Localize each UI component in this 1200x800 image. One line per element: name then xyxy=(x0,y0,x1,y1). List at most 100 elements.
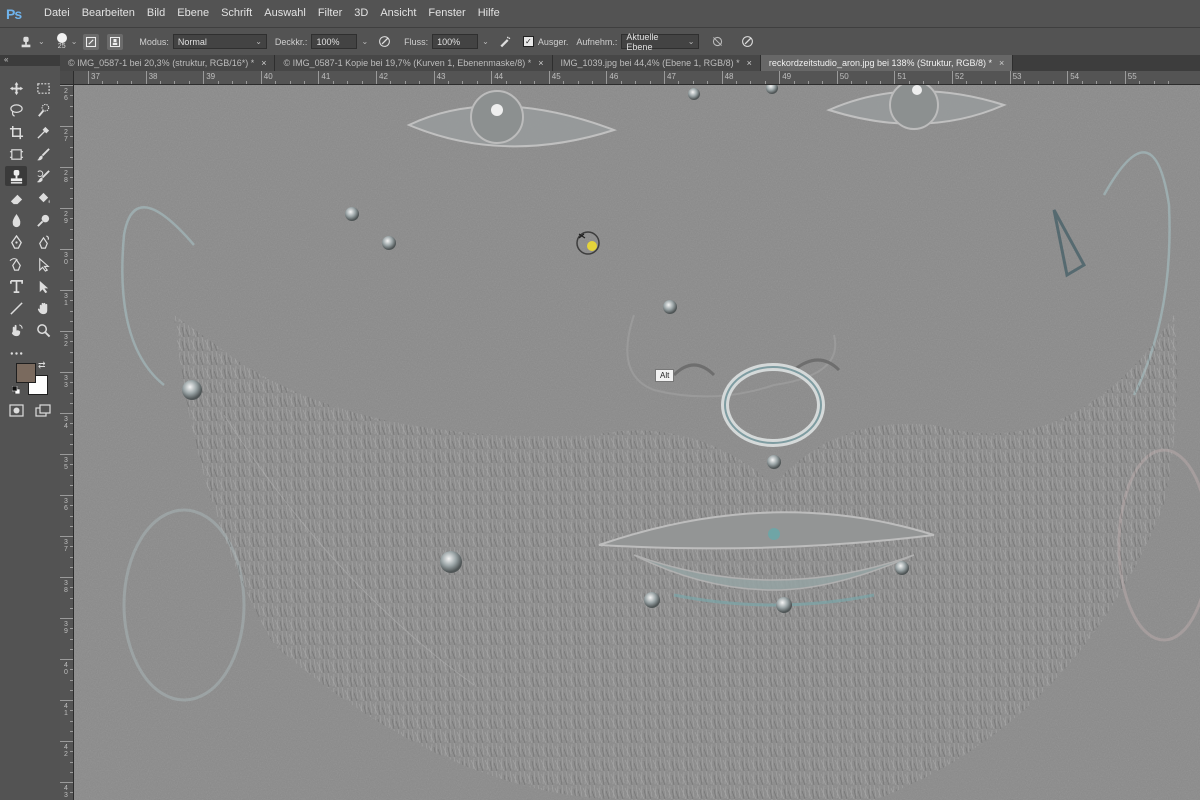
tab-img-0587-1[interactable]: © IMG_0587-1 bei 20,3% (struktur, RGB/16… xyxy=(60,55,276,71)
menu-filter[interactable]: Filter xyxy=(312,0,348,27)
ruler-number: 39 xyxy=(64,621,68,635)
ruler-major-tick xyxy=(60,659,73,660)
ruler-major-tick xyxy=(1009,71,1011,84)
document-tabs: © IMG_0587-1 bei 20,3% (struktur, RGB/16… xyxy=(60,55,1200,71)
freeform-pen-icon[interactable] xyxy=(32,232,54,252)
close-icon[interactable]: × xyxy=(747,55,752,71)
path-select-icon[interactable] xyxy=(32,276,54,296)
menu-hilfe[interactable]: Hilfe xyxy=(472,0,506,27)
ruler-major-tick xyxy=(606,71,608,84)
photoshop-logo: Ps xyxy=(6,5,22,22)
ruler-major-tick xyxy=(60,454,73,455)
history-brush-icon[interactable] xyxy=(32,166,54,186)
brush-icon[interactable] xyxy=(32,144,54,164)
swap-colors-icon[interactable]: ⇄ xyxy=(38,360,46,371)
quick-mask-icon[interactable] xyxy=(9,404,24,417)
eraser-icon[interactable] xyxy=(5,188,27,208)
sample-select[interactable]: Aktuelle Ebene ⌄ xyxy=(621,31,700,52)
frame-icon[interactable] xyxy=(5,144,27,164)
airbrush-icon[interactable] xyxy=(497,34,513,50)
vertical-ruler[interactable]: 26 27 28 29 30 31 32 33 34 35 36 37 38 39 40 41 42 43 xyxy=(60,85,74,800)
move-icon[interactable] xyxy=(5,78,27,98)
close-icon[interactable]: × xyxy=(999,55,1004,71)
ruler-origin[interactable] xyxy=(60,71,74,85)
mode-select[interactable]: Normal ⌄ xyxy=(172,34,267,49)
tab-img-0587-1-kopie[interactable]: © IMG_0587-1 Kopie bei 19,7% (Kurven 1, … xyxy=(275,55,553,71)
menu-bearbeiten[interactable]: Bearbeiten xyxy=(76,0,141,27)
menu-ebene[interactable]: Ebene xyxy=(171,0,215,27)
direct-select-icon[interactable] xyxy=(32,254,54,274)
ruler-major-tick xyxy=(491,71,493,84)
brush-size-picker[interactable]: 25 xyxy=(56,33,67,50)
dodge-icon[interactable] xyxy=(32,210,54,230)
ruler-number: 33 xyxy=(64,375,68,389)
tab-label: © IMG_0587-1 Kopie bei 19,7% (Kurven 1, … xyxy=(283,58,532,68)
tab-label: reckordzeitstudio_aron.jpg bei 138% (Str… xyxy=(768,58,993,68)
default-colors-icon[interactable] xyxy=(11,385,21,395)
flow-input[interactable]: 100% xyxy=(432,34,479,49)
menu-bild[interactable]: Bild xyxy=(141,0,171,27)
foreground-color-swatch[interactable] xyxy=(16,363,36,383)
menu-auswahl[interactable]: Auswahl xyxy=(258,0,312,27)
ruler-number: 32 xyxy=(64,334,68,348)
rotate-view-icon[interactable] xyxy=(5,320,27,340)
ignore-adjustment-layers-icon[interactable] xyxy=(709,34,725,50)
ruler-number: 42 xyxy=(379,72,388,81)
crop-icon[interactable] xyxy=(5,122,27,142)
menu-datei[interactable]: Datei xyxy=(38,0,76,27)
aligned-checkbox[interactable]: ✓ xyxy=(522,36,534,47)
ruler-number: 50 xyxy=(839,72,849,81)
lasso-icon[interactable] xyxy=(5,100,27,120)
ruler-major-tick xyxy=(60,495,73,496)
menu-3d[interactable]: 3D xyxy=(348,0,374,27)
paint-bucket-icon[interactable] xyxy=(32,188,54,208)
ruler-number: 46 xyxy=(609,72,619,81)
close-icon[interactable]: × xyxy=(538,55,543,71)
hand-icon[interactable] xyxy=(32,298,54,318)
ruler-number: 43 xyxy=(64,785,68,799)
pen-icon[interactable] xyxy=(5,232,27,252)
sample-chevron-icon: ⌄ xyxy=(687,37,695,46)
menu-ansicht[interactable]: Ansicht xyxy=(374,0,422,27)
line-icon[interactable] xyxy=(5,298,27,318)
opacity-chevron-icon[interactable]: ⌄ xyxy=(361,37,368,46)
clone-source-panel-icon[interactable] xyxy=(107,33,124,50)
preset-chevron-icon[interactable]: ⌄ xyxy=(38,37,45,46)
opacity-input[interactable]: 100% xyxy=(311,34,358,49)
tab-label: © IMG_0587-1 bei 20,3% (struktur, RGB/16… xyxy=(68,58,255,68)
blur-icon[interactable] xyxy=(5,210,27,230)
curvature-pen-icon[interactable] xyxy=(5,254,27,274)
zoom-icon[interactable] xyxy=(32,320,54,340)
ruler-number: 43 xyxy=(436,72,446,81)
toolbar-collapse-toggle[interactable]: « xyxy=(0,55,60,66)
ruler-major-tick xyxy=(60,167,73,168)
brush-chevron-icon[interactable]: ⌄ xyxy=(71,37,78,46)
flow-chevron-icon[interactable]: ⌄ xyxy=(482,37,489,46)
document-canvas[interactable]: Alt xyxy=(74,85,1200,800)
menu-schrift[interactable]: Schrift xyxy=(215,0,258,27)
pressure-size-icon[interactable] xyxy=(739,34,755,50)
ruler-number: 40 xyxy=(263,72,273,81)
quick-select-icon[interactable] xyxy=(32,100,54,120)
clone-stamp-icon[interactable] xyxy=(5,166,27,186)
ruler-major-tick xyxy=(145,71,147,84)
more-icon[interactable] xyxy=(5,343,27,363)
tab-img-1039[interactable]: IMG_1039.jpg bei 44,4% (Ebene 1, RGB/8) … xyxy=(552,55,761,71)
ruler-number: 41 xyxy=(321,72,331,81)
brush-panel-icon[interactable] xyxy=(83,33,100,50)
alt-key-tooltip: Alt xyxy=(655,369,675,382)
close-icon[interactable]: × xyxy=(261,55,266,71)
sample-value: Aktuelle Ebene xyxy=(626,31,659,52)
pressure-opacity-icon[interactable] xyxy=(376,34,392,50)
screen-mode-icon[interactable] xyxy=(35,404,51,417)
eyedropper-icon[interactable] xyxy=(32,122,54,142)
clone-stamp-preset-icon[interactable] xyxy=(18,34,34,50)
type-icon[interactable] xyxy=(5,276,27,296)
opacity-label: Deckkr.: xyxy=(274,36,308,47)
horizontal-ruler[interactable]: 37 38 39 40 41 42 43 44 45 46 47 48 49 50 51 52 53 54 55 xyxy=(74,71,1200,85)
tab-reckordzeitstudio-aron[interactable]: reckordzeitstudio_aron.jpg bei 138% (Str… xyxy=(760,55,1014,71)
ruler-major-tick xyxy=(260,71,262,84)
menu-fenster[interactable]: Fenster xyxy=(422,0,471,27)
ruler-major-tick xyxy=(836,71,838,84)
marquee-icon[interactable] xyxy=(32,78,54,98)
